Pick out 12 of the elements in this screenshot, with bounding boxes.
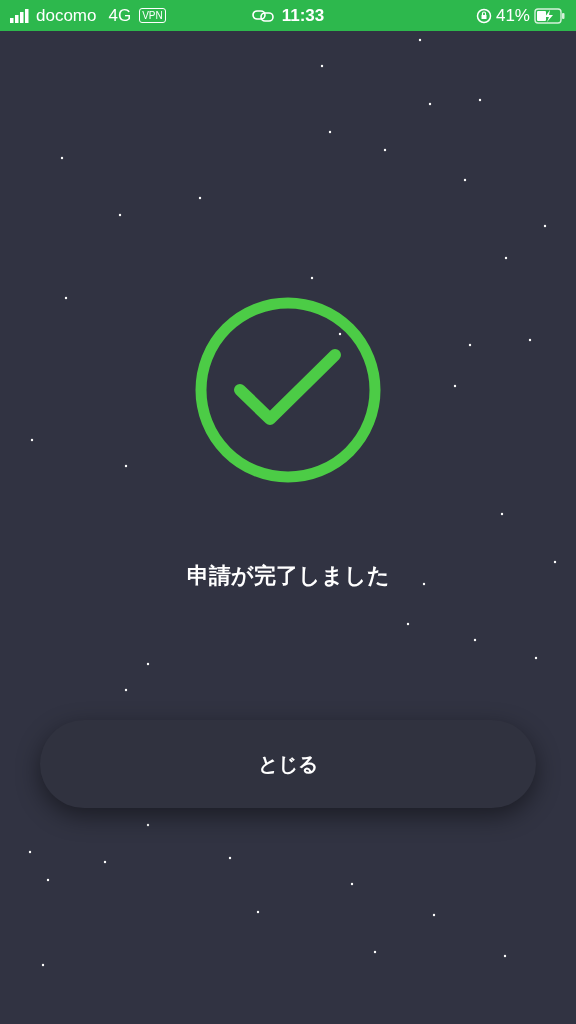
carrier-name: docomo [36, 4, 97, 27]
completion-message: 申請が完了しました [186, 562, 390, 590]
signal-icon [10, 8, 32, 23]
rotation-lock-icon [475, 7, 492, 24]
network-type: 4G [108, 4, 132, 27]
link-icon [251, 9, 274, 22]
battery-percent: 41% [495, 4, 530, 27]
check-circle-icon [195, 297, 381, 483]
battery-charging-icon [534, 7, 566, 24]
close-button[interactable]: とじる [40, 720, 536, 808]
clock-time: 11:33 [281, 4, 325, 27]
vpn-badge: VPN [139, 8, 166, 23]
